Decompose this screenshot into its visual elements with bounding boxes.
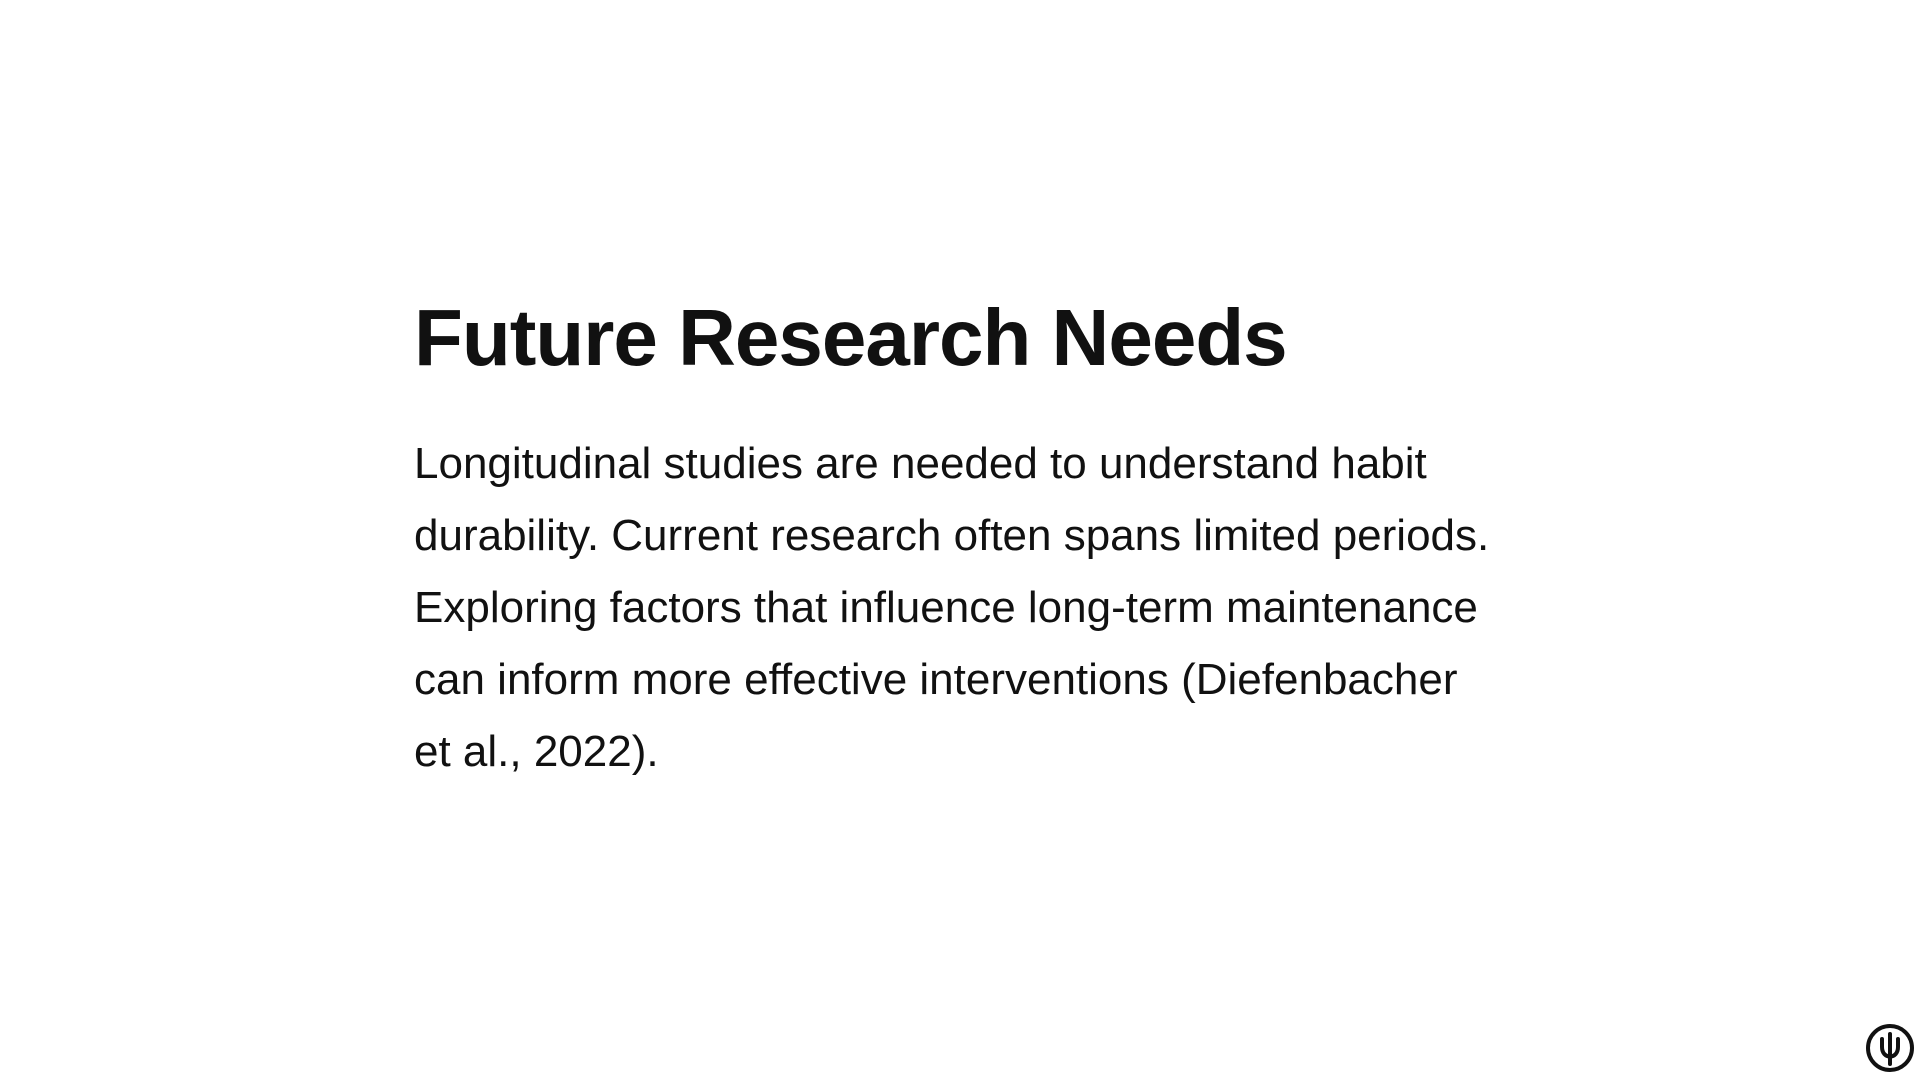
body-paragraph: Longitudinal studies are needed to under…: [414, 439, 1490, 776]
slide: Future Research Needs Longitudinal studi…: [0, 0, 1920, 1080]
page-title: Future Research Needs: [414, 293, 1288, 382]
psi-circle-icon: [1864, 1022, 1916, 1074]
slide-content: Future Research Needs Longitudinal studi…: [414, 290, 1504, 788]
